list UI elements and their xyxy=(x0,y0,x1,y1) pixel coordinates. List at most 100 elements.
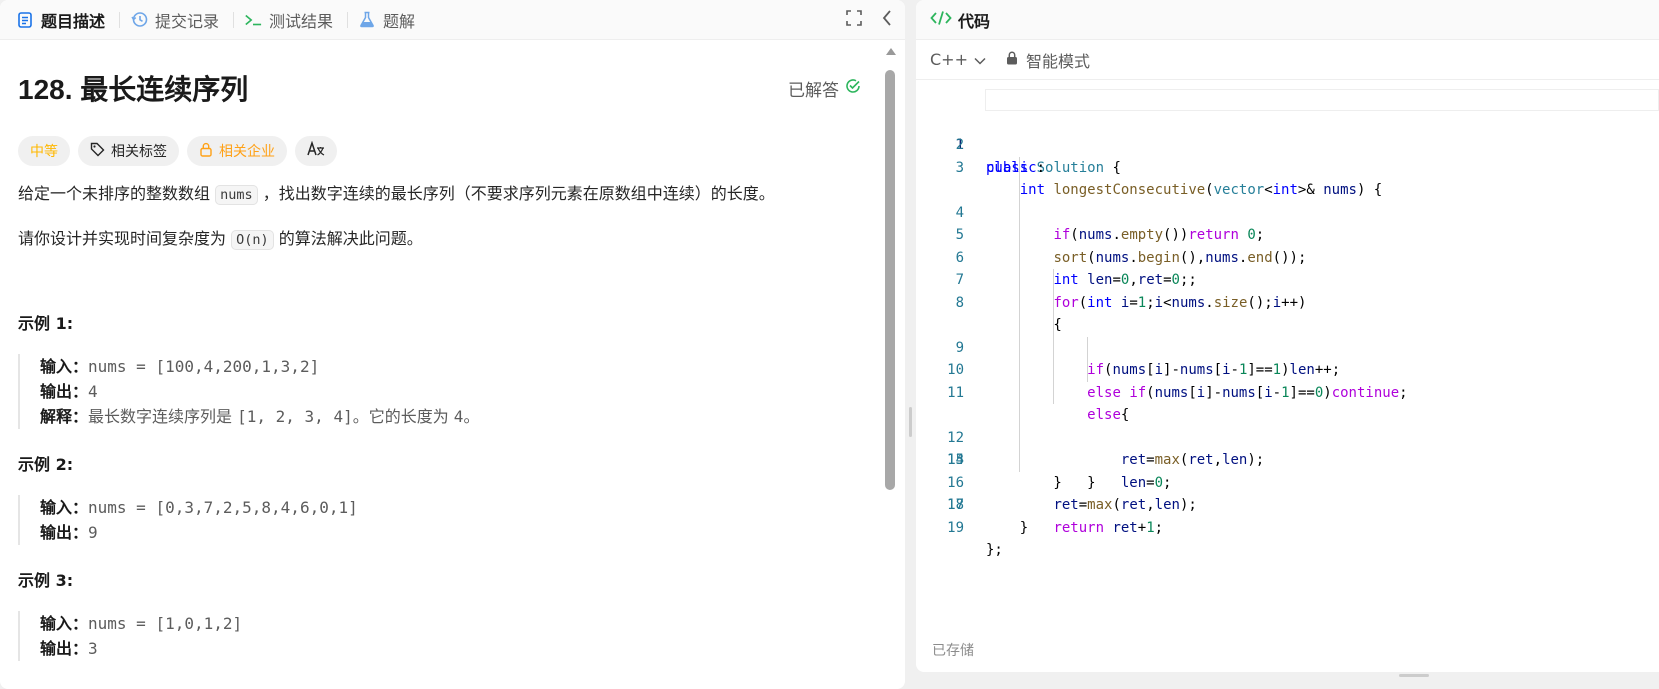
code-line: 8 { xyxy=(916,246,1659,333)
problem-panel: 题目描述 提交记录 测试结果 题解 128. 最长连续序列 已解答 中等 相关标… xyxy=(0,0,905,689)
tab-label: 题解 xyxy=(383,11,416,31)
companies-tag-button[interactable]: 相关企业 xyxy=(187,136,287,166)
topics-tag-button[interactable]: 相关标签 xyxy=(78,136,179,166)
indent-guide xyxy=(1019,359,1020,382)
scrollbar[interactable] xyxy=(883,48,897,689)
collapse-icon[interactable] xyxy=(881,9,893,31)
bottom-resize-bar[interactable] xyxy=(916,672,1659,689)
code-line: 18 } xyxy=(916,472,1659,536)
topics-tag-label: 相关标签 xyxy=(111,144,167,160)
tab-submissions[interactable]: 提交记录 xyxy=(128,0,229,40)
indent-guide xyxy=(1053,291,1054,314)
translate-icon xyxy=(307,140,325,161)
scroll-up-arrow-icon[interactable] xyxy=(886,48,896,55)
input-label: 输入： xyxy=(40,357,89,376)
code-tabbar: 代码 xyxy=(916,0,1659,40)
indent-guide xyxy=(1087,336,1088,359)
example-title: 示例 1: xyxy=(18,314,74,333)
example-explanation: 解释：最长数字连续序列是 [1, 2, 3, 4]。它的长度为 4。 xyxy=(40,404,885,429)
explain-text: 最长数字连续序列是 xyxy=(88,407,238,426)
tab-label: 题目描述 xyxy=(41,11,106,31)
input-label: 输入： xyxy=(40,498,89,517)
example-block: 输入：nums = [100,4,200,1,3,2] 输出：4 解释：最长数字… xyxy=(18,354,885,429)
terminal-icon xyxy=(244,11,262,29)
description-text: 请你设计并实现时间复杂度为 xyxy=(18,229,232,248)
problem-tabbar: 题目描述 提交记录 测试结果 题解 xyxy=(0,0,905,40)
tab-divider xyxy=(119,11,121,28)
flask-icon xyxy=(358,11,376,29)
code-line: 4 if(nums.empty())return 0; xyxy=(916,156,1659,243)
example-title: 示例 3: xyxy=(18,571,74,590)
example-input: 输入：nums = [0,3,7,2,5,8,4,6,0,1] xyxy=(40,495,885,520)
inline-code: nums xyxy=(215,185,258,205)
code-line: 15 } xyxy=(916,404,1659,491)
tabbar-actions xyxy=(845,0,893,40)
code-line: 16 ret=max(ret,len); xyxy=(916,426,1659,513)
code-line: 5 sort(nums.begin(),nums.end()); xyxy=(916,179,1659,266)
indent-guide xyxy=(1019,269,1020,292)
indent-guide xyxy=(1019,449,1020,472)
description-text: 的算法解决此问题。 xyxy=(273,229,423,248)
language-label: C++ xyxy=(930,50,968,69)
explain-tail: 。它的长度为 xyxy=(352,407,454,426)
history-icon xyxy=(130,11,148,29)
language-select[interactable]: C++ xyxy=(930,50,986,69)
code-line: 19 }; xyxy=(916,494,1659,559)
tab-code[interactable]: 代码 xyxy=(930,8,990,32)
problem-content: 128. 最长连续序列 已解答 中等 相关标签 相关企业 给定一个未排序的整数数… xyxy=(0,40,885,689)
title-row: 128. 最长连续序列 已解答 xyxy=(18,40,885,130)
companies-tag-label: 相关企业 xyxy=(219,144,275,160)
difficulty-badge[interactable]: 中等 xyxy=(18,136,70,166)
code-line: 14 } xyxy=(916,381,1659,491)
panel-splitter[interactable] xyxy=(905,0,916,689)
description-text: ，找出数字连续的最长序列（不要求序列元素在原数组中连续）的长度。 xyxy=(257,184,775,203)
explain-code: [1, 2, 3, 4] xyxy=(237,407,353,426)
description-paragraph-2: 请你设计并实现时间复杂度为 O(n) 的算法解决此问题。 xyxy=(18,227,885,252)
tab-description[interactable]: 题目描述 xyxy=(14,0,115,40)
output-value: 4 xyxy=(88,382,98,401)
output-value: 3 xyxy=(88,639,98,658)
current-line-highlight xyxy=(985,89,1659,111)
resize-grip[interactable] xyxy=(1399,674,1429,677)
tab-test-results[interactable]: 测试结果 xyxy=(242,0,343,40)
output-value: 9 xyxy=(88,523,98,542)
indent-guide xyxy=(1053,314,1054,337)
page-title: 128. 最长连续序列 xyxy=(18,74,249,105)
example-input: 输入：nums = [100,4,200,1,3,2] xyxy=(40,354,885,379)
indent-guide xyxy=(1019,404,1020,427)
explain-num: 4 xyxy=(453,407,464,426)
tab-divider xyxy=(347,11,349,28)
tab-solutions[interactable]: 题解 xyxy=(356,0,425,40)
explain-label: 解释： xyxy=(40,407,89,426)
example-title: 示例 2: xyxy=(18,455,74,474)
input-value: nums = [100,4,200,1,3,2] xyxy=(88,357,320,376)
editor-toolbar: C++ 智能模式 xyxy=(916,40,1659,80)
fullscreen-icon[interactable] xyxy=(845,9,863,31)
description-text: 给定一个未排序的整数数组 xyxy=(18,184,216,203)
tab-label: 代码 xyxy=(958,11,991,31)
translate-button[interactable] xyxy=(295,136,337,166)
indent-guide xyxy=(1053,336,1054,359)
example-block: 输入：nums = [1,0,1,2] 输出：3 xyxy=(18,611,885,661)
example-block: 输入：nums = [0,3,7,2,5,8,4,6,0,1] 输出：9 xyxy=(18,495,885,545)
lock-icon xyxy=(199,142,213,161)
code-editor[interactable]: 1 class Solution { 2 public: 3 int longe… xyxy=(916,81,1659,621)
indent-guide xyxy=(1019,291,1020,314)
smart-mode-toggle[interactable]: 智能模式 xyxy=(1006,48,1090,72)
code-text: }; xyxy=(986,542,1003,558)
splitter-grip[interactable] xyxy=(909,407,912,437)
indent-guide xyxy=(1053,359,1054,382)
tag-row: 中等 相关标签 相关企业 xyxy=(18,136,885,166)
solved-status: 已解答 xyxy=(788,76,861,101)
code-panel: 代码 C++ 智能模式 1 class Solution { 2 public: xyxy=(916,0,1659,672)
indent-guide xyxy=(1053,381,1054,404)
scrollbar-thumb[interactable] xyxy=(885,70,895,490)
indent-guide xyxy=(1019,426,1020,449)
indent-guide xyxy=(1087,359,1088,382)
check-circle-icon xyxy=(845,78,861,99)
indent-guide xyxy=(1019,156,1020,179)
input-value: nums = [1,0,1,2] xyxy=(88,614,243,633)
code-line: 2 public: xyxy=(916,112,1659,176)
indent-guide xyxy=(1019,224,1020,247)
